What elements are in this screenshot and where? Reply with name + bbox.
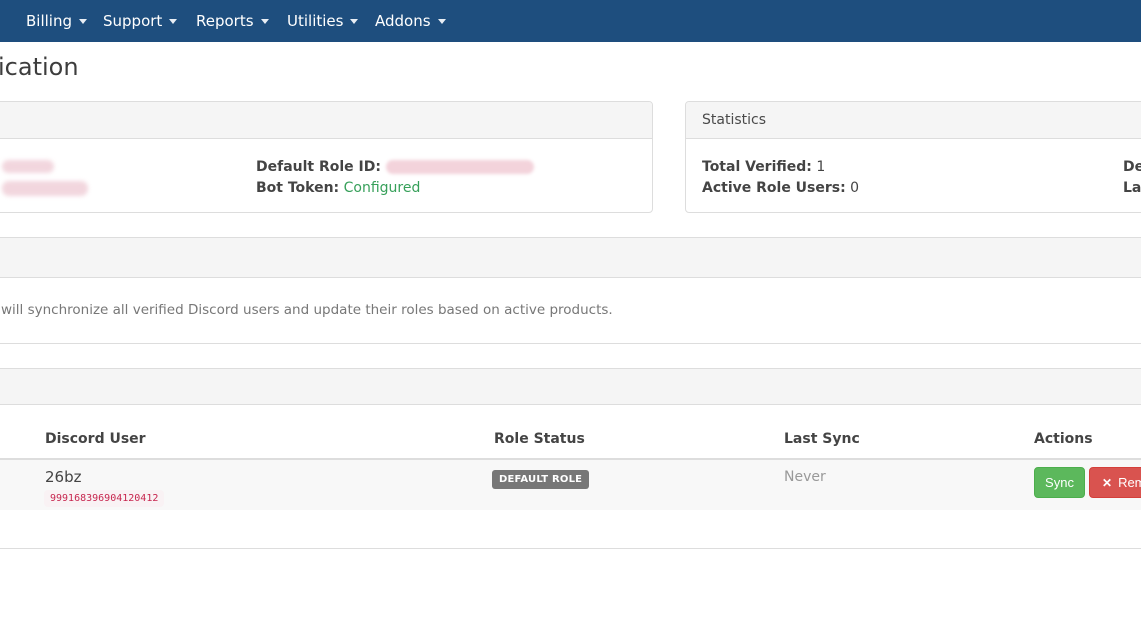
stats-right-fragment-2: Last [1123,180,1141,196]
total-verified-label: Total Verified: [702,159,812,175]
discord-user-id: 999168396904120412 [44,490,164,507]
users-panel-heading [0,369,1141,405]
default-role-id-label: Default Role ID: [256,159,381,175]
sync-button[interactable]: Sync [1034,467,1085,498]
column-header-last-sync: Last Sync [784,431,860,447]
config-panel: Default Role ID: Bot Token: Configured [0,101,653,213]
active-role-users-label: Active Role Users: [702,180,846,196]
nav-item-label: Support [103,12,162,30]
discord-username: 26bz [45,468,81,486]
users-panel: Discord User Role Status Last Sync Actio… [0,368,1141,549]
redacted-value [2,181,88,196]
nav-item-utilities[interactable]: Utilities [287,0,358,42]
nav-item-support[interactable]: Support [103,0,177,42]
last-sync-value: Never [784,469,826,485]
statistics-panel-heading: Statistics [686,102,1141,139]
sync-button-label: Sync [1045,475,1074,490]
top-navbar: Billing Support Reports Utilities Addons [0,0,1141,42]
caret-down-icon [169,19,177,24]
total-verified-value: 1 [816,159,825,175]
remove-button[interactable]: ✕ Remove [1089,467,1141,498]
role-status-badge: DEFAULT ROLE [492,470,589,489]
default-role-id-line: Default Role ID: [256,157,534,178]
remove-button-label: Remove [1118,475,1141,490]
nav-item-label: Billing [26,12,72,30]
nav-item-label: Addons [375,12,431,30]
statistics-left-column: Total Verified: 1 Active Role Users: 0 [702,157,859,199]
redacted-value [2,160,54,173]
nav-item-billing[interactable]: Billing [26,0,87,42]
bot-token-status: Configured [344,180,421,196]
caret-down-icon [350,19,358,24]
caret-down-icon [438,19,446,24]
caret-down-icon [79,19,87,24]
column-header-discord-user: Discord User [45,431,146,447]
caret-down-icon [261,19,269,24]
config-panel-heading [0,102,652,139]
nav-item-addons[interactable]: Addons [375,0,446,42]
active-role-users-line: Active Role Users: 0 [702,178,859,199]
page-title: ication [0,53,79,81]
active-role-users-value: 0 [850,180,859,196]
sync-panel: will synchronize all verified Discord us… [0,237,1141,344]
config-details: Default Role ID: Bot Token: Configured [256,157,534,199]
column-header-role-status: Role Status [494,431,585,447]
redacted-role-id [386,160,534,174]
column-header-actions: Actions [1034,431,1093,447]
stats-right-fragment-1: Defa [1123,159,1141,175]
page: Billing Support Reports Utilities Addons… [0,0,1141,642]
sync-panel-heading [0,238,1141,278]
remove-icon: ✕ [1102,476,1112,490]
statistics-right-column: Defa Last [1123,157,1141,199]
nav-item-label: Utilities [287,12,343,30]
statistics-panel: Statistics Total Verified: 1 Active Role… [685,101,1141,213]
bot-token-label: Bot Token: [256,180,339,196]
bot-token-line: Bot Token: Configured [256,178,534,199]
nav-item-reports[interactable]: Reports [196,0,269,42]
total-verified-line: Total Verified: 1 [702,157,859,178]
sync-description: will synchronize all verified Discord us… [1,302,613,318]
nav-item-label: Reports [196,12,254,30]
